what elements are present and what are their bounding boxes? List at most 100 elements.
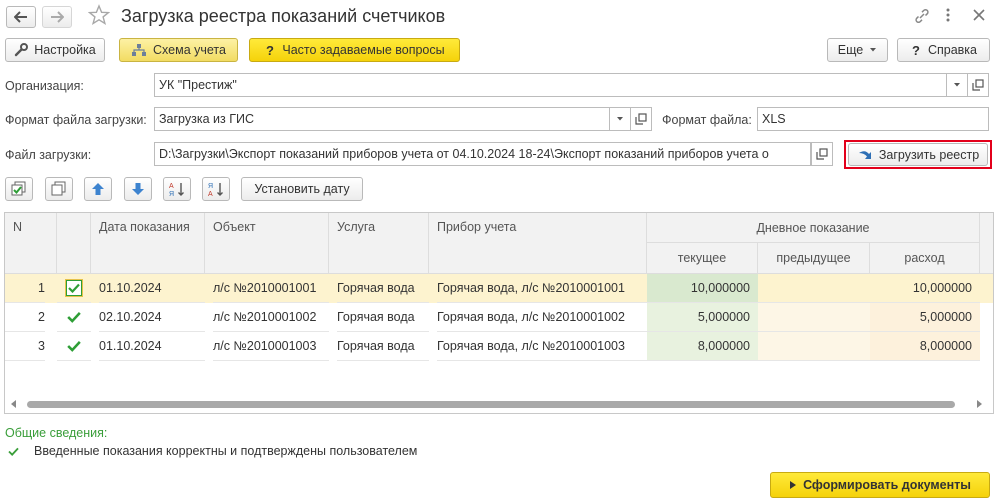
filetype-value: XLS xyxy=(762,112,786,126)
row-checkbox[interactable] xyxy=(66,338,82,354)
chevron-down-icon xyxy=(953,82,961,88)
star-icon[interactable] xyxy=(88,4,110,26)
move-up-button[interactable] xyxy=(84,177,112,201)
org-dropdown-button[interactable] xyxy=(946,73,968,97)
file-open-button[interactable] xyxy=(811,142,833,166)
format-field[interactable]: Загрузка из ГИС xyxy=(154,107,610,131)
scheme-button[interactable]: Схема учета xyxy=(119,38,238,62)
back-button[interactable] xyxy=(6,6,36,28)
cell-consumption: 5,000000 xyxy=(870,303,980,332)
cell-object: л/с №2010001002 xyxy=(213,303,329,332)
file-field[interactable]: D:\Загрузки\Экспорт показаний приборов у… xyxy=(154,142,811,166)
load-registry-label: Загрузить реестр xyxy=(878,147,980,162)
open-window-icon xyxy=(635,113,647,125)
svg-text:Я: Я xyxy=(169,191,174,197)
cell-previous xyxy=(758,274,870,303)
more-button[interactable]: Еще xyxy=(827,38,888,62)
scheme-button-label: Схема учета xyxy=(153,43,226,57)
cell-date: 01.10.2024 xyxy=(99,274,205,303)
cell-device: Горячая вода, л/с №2010001001 xyxy=(437,274,647,303)
filetype-label: Формат файла: xyxy=(662,113,752,127)
check-all-button[interactable] xyxy=(5,177,33,201)
generate-documents-button[interactable]: Сформировать документы xyxy=(770,472,990,498)
cell-current: 5,000000 xyxy=(647,303,758,332)
load-registry-button[interactable]: Загрузить реестр xyxy=(848,143,988,166)
help-button-label: Справка xyxy=(927,43,978,57)
row-checkbox[interactable] xyxy=(66,280,82,296)
sort-asc-button[interactable]: АЯ xyxy=(163,177,191,201)
cell-check[interactable] xyxy=(57,332,91,361)
col-header-device[interactable]: Прибор учета xyxy=(429,213,647,274)
close-icon[interactable] xyxy=(972,8,986,22)
org-label: Организация: xyxy=(5,79,84,93)
cell-n: 1 xyxy=(5,274,45,303)
hierarchy-icon xyxy=(131,43,147,57)
check-icon xyxy=(8,447,19,456)
info-message: Введенные показания корректны и подтверж… xyxy=(34,444,418,458)
faq-button-label: Часто задаваемые вопросы xyxy=(282,43,445,57)
cell-object: л/с №2010001001 xyxy=(213,274,329,303)
format-dropdown-button[interactable] xyxy=(609,107,631,131)
sort-desc-icon: ЯА xyxy=(207,181,225,197)
faq-button[interactable]: ? Часто задаваемые вопросы xyxy=(249,38,460,62)
move-down-button[interactable] xyxy=(124,177,152,201)
open-window-icon xyxy=(972,79,984,91)
check-icon xyxy=(68,283,80,293)
org-field[interactable]: УК "Престиж" xyxy=(154,73,947,97)
col-header-previous[interactable]: предыдущее xyxy=(758,243,870,274)
col-header-filler xyxy=(980,213,993,274)
col-header-consumption[interactable]: расход xyxy=(870,243,980,274)
chevron-down-icon xyxy=(869,47,877,53)
forward-button[interactable] xyxy=(42,6,72,28)
table-row[interactable]: 2 02.10.2024 л/с №2010001002 Горячая вод… xyxy=(5,303,993,332)
cell-n: 2 xyxy=(5,303,45,332)
svg-text:?: ? xyxy=(912,43,920,57)
table-row[interactable]: 3 01.10.2024 л/с №2010001003 Горячая вод… xyxy=(5,332,993,361)
open-window-icon xyxy=(816,148,828,160)
sort-desc-button[interactable]: ЯА xyxy=(202,177,230,201)
col-header-date[interactable]: Дата показания xyxy=(91,213,205,274)
cell-date: 01.10.2024 xyxy=(99,332,205,361)
col-header-n[interactable]: N xyxy=(5,213,57,274)
link-icon[interactable] xyxy=(914,8,930,24)
svg-text:?: ? xyxy=(266,43,274,57)
more-vertical-icon[interactable] xyxy=(945,7,951,23)
table-row[interactable]: 1 01.10.2024 л/с №2010001001 Горячая вод… xyxy=(5,274,993,303)
arrow-right-icon xyxy=(50,11,64,23)
format-label: Формат файла загрузки: xyxy=(5,113,147,127)
col-header-check[interactable] xyxy=(57,213,91,274)
cell-check[interactable] xyxy=(57,274,91,303)
row-checkbox[interactable] xyxy=(66,309,82,325)
readings-table[interactable]: N Дата показания Объект Услуга Прибор уч… xyxy=(4,212,994,414)
cell-consumption: 10,000000 xyxy=(870,274,980,303)
cell-date: 02.10.2024 xyxy=(99,303,205,332)
format-open-button[interactable] xyxy=(630,107,652,131)
set-date-button[interactable]: Установить дату xyxy=(241,177,363,201)
col-header-service[interactable]: Услуга xyxy=(329,213,429,274)
svg-text:А: А xyxy=(169,183,174,190)
info-heading: Общие сведения: xyxy=(5,426,108,440)
col-header-object[interactable]: Объект xyxy=(205,213,329,274)
svg-text:А: А xyxy=(208,191,213,197)
settings-button[interactable]: Настройка xyxy=(5,38,105,62)
filetype-field[interactable]: XLS xyxy=(757,107,989,131)
scroll-left-arrow[interactable] xyxy=(11,400,16,408)
arrow-left-icon xyxy=(14,11,28,23)
file-label: Файл загрузки: xyxy=(5,148,92,162)
help-button[interactable]: ? Справка xyxy=(897,38,990,62)
horizontal-scrollbar[interactable] xyxy=(27,401,955,408)
set-date-label: Установить дату xyxy=(254,182,350,196)
arrow-down-icon xyxy=(131,182,145,196)
scroll-right-arrow[interactable] xyxy=(977,400,982,408)
wrench-icon xyxy=(14,43,29,57)
col-header-current[interactable]: текущее xyxy=(647,243,758,274)
cell-check[interactable] xyxy=(57,303,91,332)
org-open-button[interactable] xyxy=(967,73,989,97)
chevron-down-icon xyxy=(616,116,624,122)
page-title: Загрузка реестра показаний счетчиков xyxy=(121,6,446,26)
format-value: Загрузка из ГИС xyxy=(159,112,254,126)
uncheck-all-button[interactable] xyxy=(45,177,73,201)
check-icon xyxy=(67,341,81,352)
arrow-up-icon xyxy=(91,182,105,196)
org-value: УК "Престиж" xyxy=(159,78,237,92)
